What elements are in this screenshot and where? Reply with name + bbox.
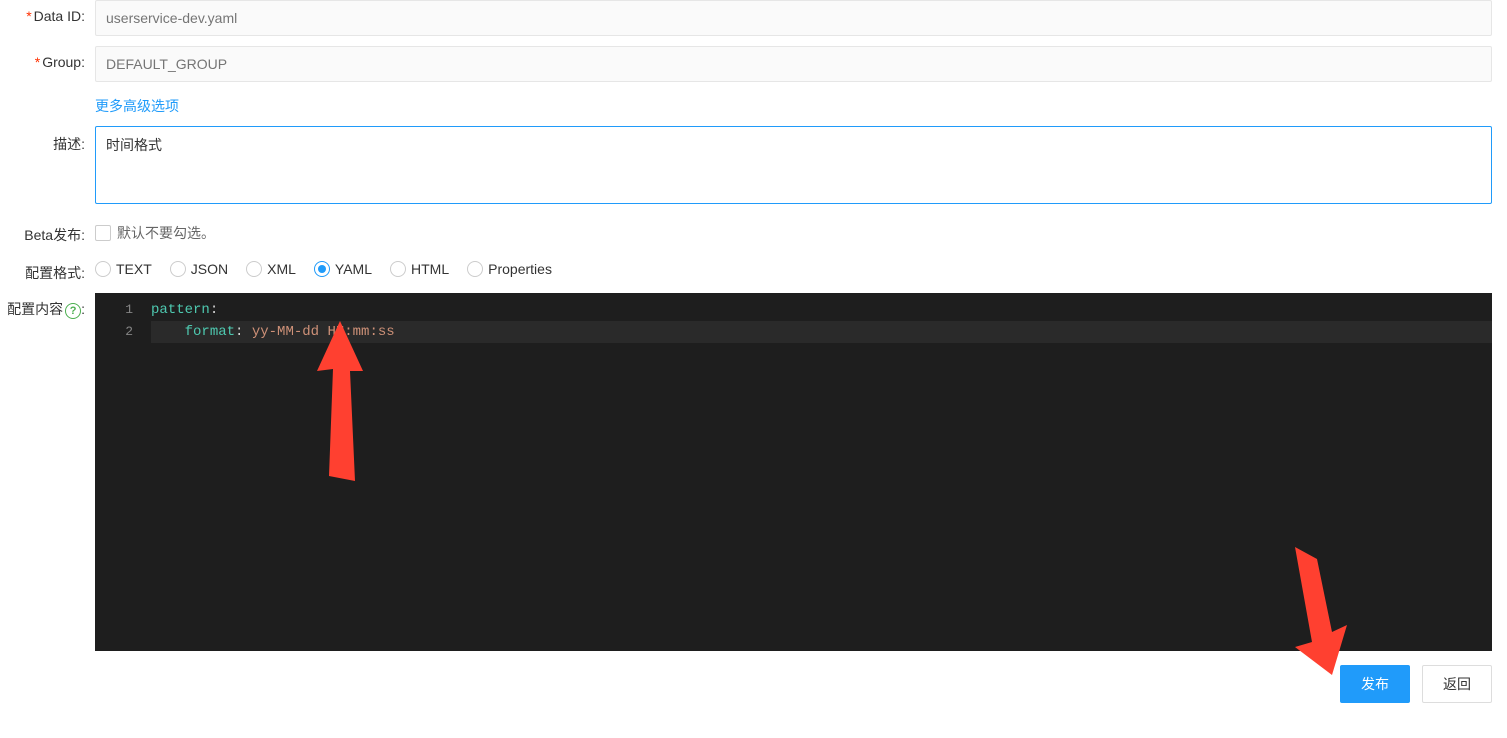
- more-options-link[interactable]: 更多高级选项: [95, 92, 179, 116]
- code-gutter: 12: [95, 293, 145, 343]
- line-number: 2: [95, 321, 145, 343]
- content-row: 配置内容?: 12 pattern: format: yy-MM-dd HH:m…: [0, 293, 1507, 651]
- format-radio-properties[interactable]: Properties: [467, 261, 552, 277]
- group-input[interactable]: [95, 46, 1492, 82]
- code-content: pattern: format: yy-MM-dd HH:mm:ss: [151, 293, 1492, 343]
- line-number: 1: [95, 299, 145, 321]
- group-label: *Group:: [0, 46, 95, 70]
- more-options-row: 更多高级选项: [0, 92, 1507, 116]
- beta-label: Beta发布:: [0, 217, 95, 245]
- format-radio-text[interactable]: TEXT: [95, 261, 152, 277]
- description-textarea[interactable]: [95, 126, 1492, 204]
- radio-circle-icon: [170, 261, 186, 277]
- radio-label: Properties: [488, 261, 552, 277]
- beta-hint: 默认不要勾选。: [117, 223, 215, 243]
- radio-label: XML: [267, 261, 296, 277]
- description-label: 描述:: [0, 126, 95, 154]
- radio-circle-icon: [390, 261, 406, 277]
- data-id-input[interactable]: [95, 0, 1492, 36]
- radio-circle-icon: [95, 261, 111, 277]
- beta-row: Beta发布: 默认不要勾选。: [0, 217, 1507, 245]
- code-line: format: yy-MM-dd HH:mm:ss: [151, 321, 1492, 343]
- help-icon[interactable]: ?: [65, 303, 81, 319]
- radio-circle-icon: [467, 261, 483, 277]
- group-row: *Group:: [0, 46, 1507, 82]
- beta-checkbox[interactable]: [95, 225, 111, 241]
- radio-label: TEXT: [116, 261, 152, 277]
- format-radio-json[interactable]: JSON: [170, 261, 228, 277]
- annotation-arrow-icon: [305, 321, 375, 491]
- format-row: 配置格式: TEXT JSON XML YAML HTML Properties: [0, 255, 1507, 283]
- content-label: 配置内容?:: [0, 293, 95, 319]
- radio-label: HTML: [411, 261, 449, 277]
- format-radio-yaml[interactable]: YAML: [314, 261, 372, 277]
- footer-buttons: 发布 返回: [0, 651, 1507, 717]
- radio-label: JSON: [191, 261, 228, 277]
- back-button[interactable]: 返回: [1422, 665, 1492, 703]
- description-row: 描述:: [0, 126, 1507, 207]
- format-label: 配置格式:: [0, 255, 95, 283]
- publish-button[interactable]: 发布: [1340, 665, 1410, 703]
- format-radio-group: TEXT JSON XML YAML HTML Properties: [95, 255, 1492, 277]
- code-editor[interactable]: 12 pattern: format: yy-MM-dd HH:mm:ss: [95, 293, 1492, 651]
- radio-circle-icon: [246, 261, 262, 277]
- data-id-row: *Data ID:: [0, 0, 1507, 36]
- radio-label: YAML: [335, 261, 372, 277]
- code-line: pattern:: [151, 299, 1492, 321]
- format-radio-html[interactable]: HTML: [390, 261, 449, 277]
- format-radio-xml[interactable]: XML: [246, 261, 296, 277]
- radio-circle-icon: [314, 261, 330, 277]
- data-id-label: *Data ID:: [0, 0, 95, 24]
